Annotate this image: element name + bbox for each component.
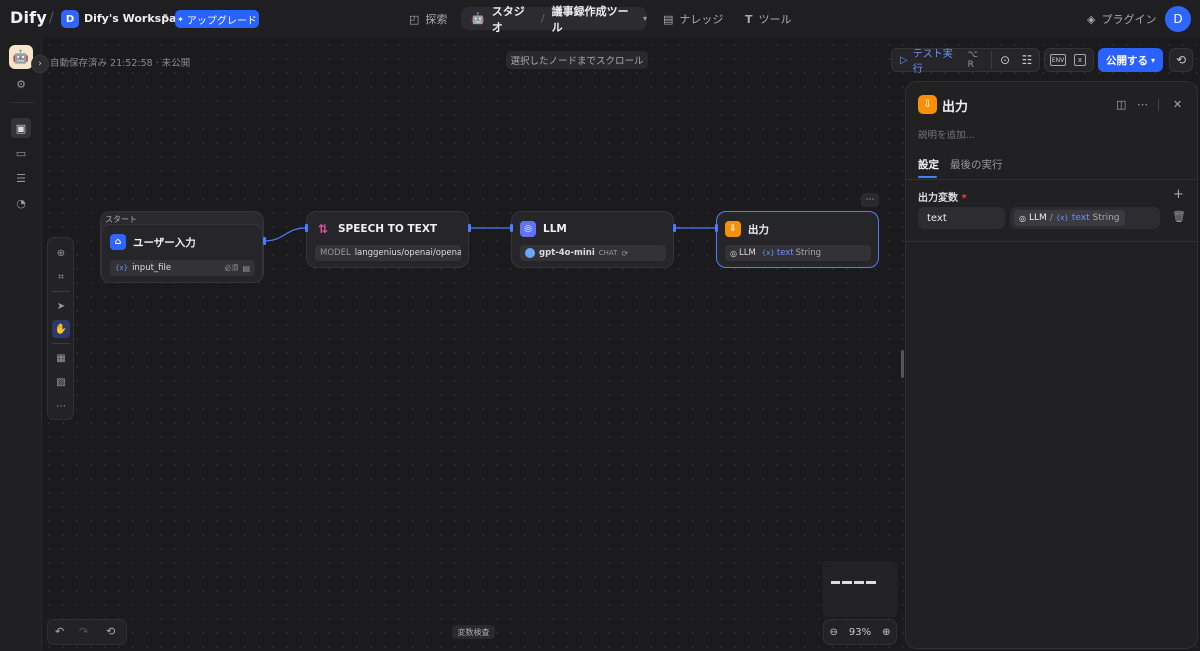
zoom-in-icon[interactable]: ⊕ [882,627,890,638]
output-type: String [795,248,822,258]
output-node-title: 出力 [748,223,769,236]
speech-wave-icon: ⇅ [317,222,329,236]
variable-reference-chip: ◎ LLM / {x} text String [1014,210,1125,226]
openai-icon [525,248,535,258]
ref-var: text [1071,213,1090,223]
panel-title: 出力 [942,100,969,115]
close-icon[interactable]: ✕ [1173,98,1182,111]
required-badge: 必須 [224,264,239,272]
llm-output-port[interactable] [673,224,676,232]
output-vars-label: 出力変数 * [918,189,967,204]
output-icon: ⇩ [918,95,937,114]
zoom-level[interactable]: 93% [849,627,871,638]
variable-symbol: {x} [115,264,129,272]
zoom-controls: ⊖ 93% ⊕ [823,619,897,645]
edge-start-stt [263,227,307,242]
home-icon: ⌂ [110,234,126,250]
split-view-icon[interactable]: ◫ [1116,98,1126,111]
model-label: MODEL [320,248,351,258]
start-variable: {x} input_file 必須 ▤ [110,260,255,276]
history-controls: ↶ ↷ ⟲ [47,619,127,645]
ref-separator: / [1049,213,1053,223]
ref-type: String [1092,213,1120,223]
chevron-right-icon[interactable]: › [31,55,49,73]
minimap-node [854,581,864,584]
llm-model-name: gpt-4o-mini [539,248,595,258]
output-node[interactable]: ⇩ 出力 ◎ LLM {x} text String [716,211,879,268]
settings-icon: ⟳ [621,248,629,258]
minimap-node [842,581,852,584]
node-config-panel: ⇩ 出力 ◫ ⋯ ✕ 説明を追加... 設定 最後の実行 出力変数 * + te… [905,81,1198,649]
llm-small-icon: ◎ [1019,213,1026,223]
start-node[interactable]: スタート ⌂ ユーザー入力 {x} input_file 必須 ▤ [100,211,264,283]
model-value: langgenius/openai/openai... [354,248,461,258]
stt-model: MODEL langgenius/openai/openai... [315,245,461,261]
llm-input-port[interactable] [510,224,513,232]
stt-node-title: SPEECH TO TEXT [338,223,438,235]
start-output-port[interactable] [263,237,266,245]
speech-to-text-node[interactable]: ⇅ SPEECH TO TEXT MODEL langgenius/openai… [306,211,469,268]
start-node-header: ⌂ ユーザー入力 [110,234,196,250]
llm-node-title: LLM [543,223,567,235]
variable-symbol: {x} [761,249,775,257]
divider [1158,99,1159,111]
output-icon: ⇩ [725,221,741,237]
history-icon[interactable]: ⟲ [106,625,115,638]
add-variable-icon[interactable]: + [1173,187,1184,202]
output-input-port[interactable] [715,224,718,232]
variable-inspect-button[interactable]: 変数検査 [452,625,495,639]
minimap[interactable] [823,561,897,617]
minimap-node [831,581,840,584]
llm-node[interactable]: ◎ LLM gpt-4o-mini CHAT ⟳ [511,211,674,268]
stt-node-header: ⇅ SPEECH TO TEXT [315,221,437,237]
undo-icon[interactable]: ↶ [55,625,64,638]
divider [906,179,1197,180]
output-source: LLM [738,248,756,258]
tab-last-run[interactable]: 最後の実行 [950,157,1003,172]
llm-small-icon: ◎ [730,248,737,258]
llm-node-header: ◎ LLM [520,221,567,237]
more-icon[interactable]: ⋯ [1137,98,1148,111]
zoom-out-icon[interactable]: ⊖ [829,627,837,638]
stt-output-port[interactable] [468,224,471,232]
required-mark: * [961,193,967,204]
variable-symbol: {x} [1055,214,1069,222]
output-node-header: ⇩ 出力 [725,221,769,237]
ref-source: LLM [1028,213,1047,223]
output-variable: ◎ LLM {x} text String [725,245,871,261]
section-label-text: 出力変数 [918,193,958,204]
description-input[interactable]: 説明を追加... [918,127,975,141]
llm-model: gpt-4o-mini CHAT ⟳ [520,245,666,261]
redo-icon[interactable]: ↷ [79,625,88,638]
active-tab-indicator [918,176,937,178]
stt-input-port[interactable] [305,224,308,232]
trash-icon[interactable]: 🗑 [1172,210,1186,223]
node-more-icon[interactable]: ⋯ [861,193,879,207]
variable-name-field[interactable]: text [918,207,1005,229]
start-node-title: ユーザー入力 [133,236,196,249]
panel-resize-handle[interactable] [901,350,904,378]
llm-icon: ◎ [520,221,536,237]
divider [906,241,1197,242]
file-icon: ▤ [242,263,250,273]
llm-mode-badge: CHAT [598,249,618,257]
start-variable-name: input_file [132,263,172,273]
output-var: text [776,248,794,258]
variable-reference-selector[interactable]: ◎ LLM / {x} text String [1010,207,1160,229]
minimap-node [866,581,876,584]
tab-settings[interactable]: 設定 [918,157,939,172]
